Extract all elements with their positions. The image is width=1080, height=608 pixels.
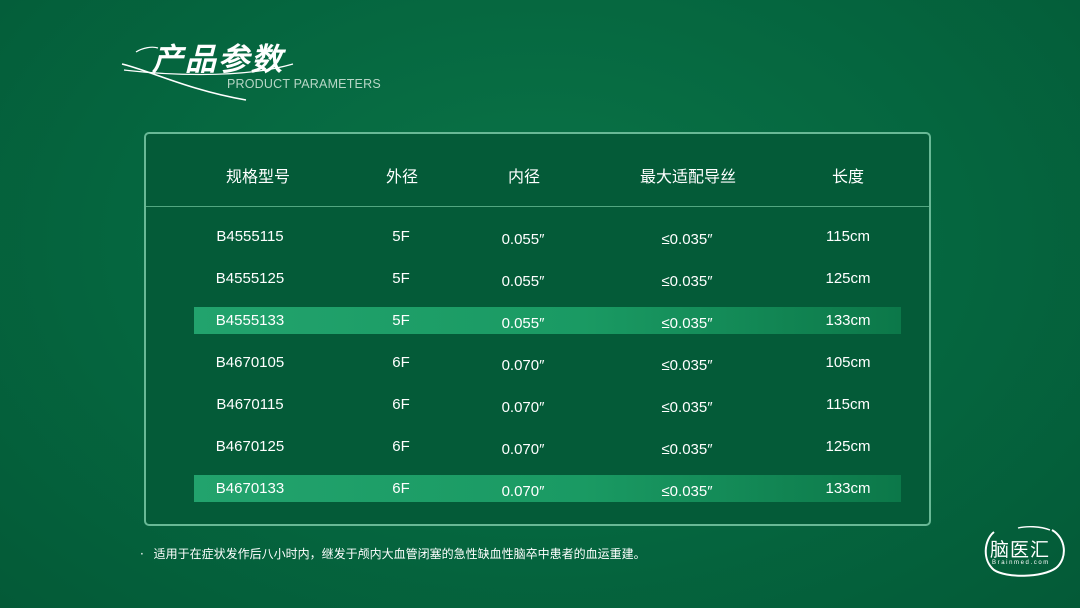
cell-max-guidewire: ≤0.035″ bbox=[661, 315, 713, 332]
cell-inner-diameter: 0.070″ bbox=[501, 357, 545, 374]
cell-length: 115cm bbox=[826, 396, 870, 413]
cell-model: B4670115 bbox=[216, 396, 284, 413]
page-title: 产品参数 bbox=[152, 42, 284, 78]
cell-length: 115cm bbox=[826, 228, 870, 245]
cell-inner-diameter: 0.055″ bbox=[501, 231, 545, 248]
section-header: 产品参数 PRODUCT PARAMETERS bbox=[118, 30, 418, 105]
cell-length: 125cm bbox=[825, 270, 871, 287]
cell-max-guidewire: ≤0.035″ bbox=[661, 231, 713, 248]
note-bullet: · bbox=[140, 547, 144, 561]
table-row: B4555115 5F 0.055″ ≤0.035″ 115cm bbox=[194, 223, 901, 250]
table-row-highlighted: B4555133 5F 0.055″ ≤0.035″ 133cm bbox=[194, 307, 901, 334]
cell-inner-diameter: 0.070″ bbox=[501, 483, 545, 500]
cell-model: B4670105 bbox=[215, 354, 285, 371]
cell-length: 133cm bbox=[825, 312, 871, 329]
table-row: B4670115 6F 0.070″ ≤0.035″ 115cm bbox=[194, 391, 901, 418]
cell-max-guidewire: ≤0.035″ bbox=[661, 441, 713, 458]
cell-outer-diameter: 6F bbox=[392, 438, 410, 455]
cell-outer-diameter: 6F bbox=[392, 354, 410, 371]
cell-max-guidewire: ≤0.035″ bbox=[661, 357, 713, 374]
cell-model: B4555115 bbox=[216, 228, 284, 245]
page-subtitle: PRODUCT PARAMETERS bbox=[227, 77, 381, 91]
column-header-model: 规格型号 bbox=[225, 167, 291, 186]
table-row-highlighted: B4670133 6F 0.070″ ≤0.035″ 133cm bbox=[194, 475, 901, 502]
usage-note: · 适用于在症状发作后八小时内，继发于颅内大血管闭塞的急性缺血性脑卒中患者的血运… bbox=[140, 545, 646, 562]
cell-max-guidewire: ≤0.035″ bbox=[661, 483, 713, 500]
table-row: B4670125 6F 0.070″ ≤0.035″ 125cm bbox=[194, 433, 901, 460]
cell-outer-diameter: 5F bbox=[392, 270, 410, 287]
cell-model: B4555125 bbox=[215, 270, 285, 287]
cell-max-guidewire: ≤0.035″ bbox=[661, 399, 713, 416]
cell-length: 105cm bbox=[825, 354, 871, 371]
cell-outer-diameter: 6F bbox=[392, 396, 410, 413]
cell-model: B4670133 bbox=[215, 480, 285, 497]
note-text: 适用于在症状发作后八小时内，继发于颅内大血管闭塞的急性缺血性脑卒中患者的血运重建… bbox=[153, 547, 646, 561]
cell-length: 133cm bbox=[825, 480, 871, 497]
column-header-length: 长度 bbox=[831, 167, 865, 186]
watermark-logo: 脑医汇 Brainmed.com bbox=[980, 524, 1068, 578]
cell-outer-diameter: 5F bbox=[392, 228, 410, 245]
table-header: 规格型号 外径 内径 最大适配导丝 长度 bbox=[146, 134, 929, 207]
column-header-outer-diameter: 外径 bbox=[385, 167, 419, 186]
column-header-inner-diameter: 内径 bbox=[507, 167, 541, 186]
table-row: B4670105 6F 0.070″ ≤0.035″ 105cm bbox=[194, 349, 901, 376]
cell-outer-diameter: 5F bbox=[392, 312, 410, 329]
parameters-table: 规格型号 外径 内径 最大适配导丝 长度 B4555115 5F 0.055″ ≤0.… bbox=[144, 132, 931, 526]
cell-inner-diameter: 0.055″ bbox=[501, 315, 545, 332]
logo-sub-text: Brainmed.com bbox=[992, 560, 1050, 566]
table-row: B4555125 5F 0.055″ ≤0.035″ 125cm bbox=[194, 265, 901, 292]
cell-max-guidewire: ≤0.035″ bbox=[661, 273, 713, 290]
cell-outer-diameter: 6F bbox=[392, 480, 410, 497]
logo-main-text: 脑医汇 bbox=[990, 539, 1051, 561]
column-header-max-guidewire: 最大适配导丝 bbox=[639, 167, 737, 186]
cell-inner-diameter: 0.070″ bbox=[501, 399, 545, 416]
cell-inner-diameter: 0.055″ bbox=[501, 273, 545, 290]
cell-model: B4670125 bbox=[215, 438, 285, 455]
cell-inner-diameter: 0.070″ bbox=[501, 441, 545, 458]
cell-model: B4555133 bbox=[215, 312, 285, 329]
cell-length: 125cm bbox=[825, 438, 871, 455]
